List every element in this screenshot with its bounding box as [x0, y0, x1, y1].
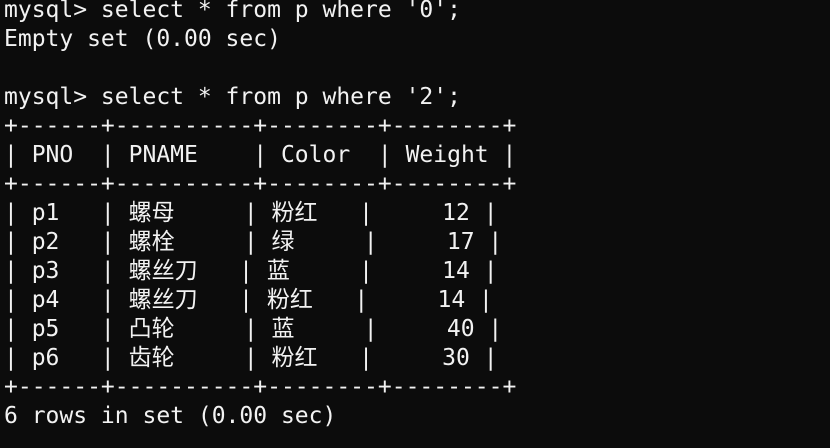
terminal-line: Empty set (0.00 sec): [4, 26, 281, 52]
table-border: +------+----------+--------+--------+: [4, 113, 517, 139]
table-row: | p3 | 螺丝刀 | 蓝 | 14 |: [4, 258, 498, 284]
table-border: +------+----------+--------+--------+: [4, 171, 517, 197]
table-header: | PNO | PNAME | Color | Weight |: [4, 142, 517, 168]
table-row: | p2 | 螺栓 | 绿 | 17 |: [4, 229, 503, 255]
table-row: | p4 | 螺丝刀 | 粉红 | 14 |: [4, 287, 493, 313]
table-row: | p6 | 齿轮 | 粉红 | 30 |: [4, 345, 498, 371]
table-border: +------+----------+--------+--------+: [4, 374, 517, 400]
terminal-line: 6 rows in set (0.00 sec): [4, 403, 337, 429]
terminal-line: mysql> select * from p where '2';: [4, 84, 461, 110]
table-row: | p1 | 螺母 | 粉红 | 12 |: [4, 200, 498, 226]
terminal-line: mysql> select * from p where '0';: [4, 0, 461, 23]
table-row: | p5 | 凸轮 | 蓝 | 40 |: [4, 316, 503, 342]
terminal-window[interactable]: mysql> select * from p where '0'; Empty …: [0, 0, 830, 444]
